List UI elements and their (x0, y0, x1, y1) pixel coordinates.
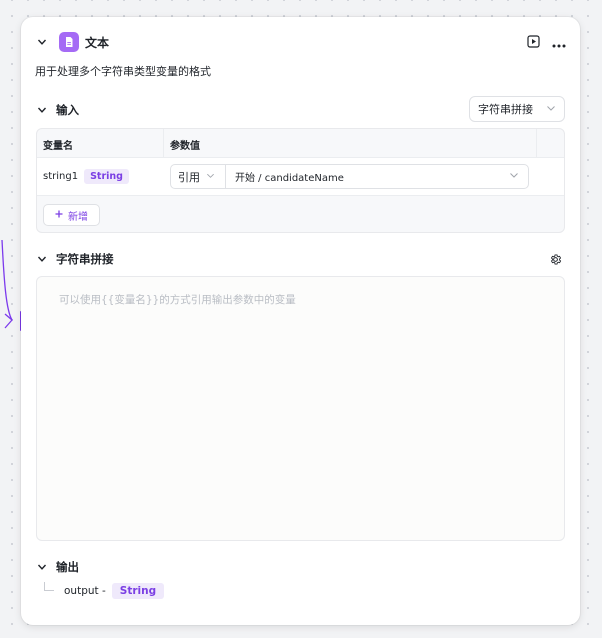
chevron-down-icon (509, 170, 519, 183)
chevron-down-icon[interactable] (35, 560, 49, 574)
variable-name-cell: string1 String (43, 169, 129, 184)
template-placeholder: 可以使用{{变量名}}的方式引用输出参数中的变量 (59, 294, 296, 306)
variable-name: string1 (43, 171, 79, 182)
concat-section-header[interactable]: 字符串拼接 (35, 251, 114, 267)
add-variable-label: 新增 (68, 211, 88, 223)
value-select[interactable]: 开始 / candidateName (225, 164, 529, 189)
gear-icon[interactable] (549, 251, 562, 270)
connection-edge (1, 240, 13, 329)
source-select-value: 引用 (178, 170, 200, 184)
more-icon[interactable] (552, 33, 566, 52)
tree-connector (44, 582, 54, 591)
table-row: string1 String 引用 开始 / candidateName (37, 158, 564, 196)
chevron-down-icon (546, 103, 556, 116)
text-node-card: 文本 用于处理多个字符串类型变量的格式 输入 字符串拼接 变量名 参数值 str… (21, 17, 580, 625)
chevron-down-icon[interactable] (35, 35, 49, 49)
chevron-down-icon (206, 170, 215, 183)
value-select-value: 开始 / candidateName (235, 173, 344, 184)
mode-select-value: 字符串拼接 (478, 103, 533, 116)
plus-icon (55, 210, 63, 221)
mode-select[interactable]: 字符串拼接 (469, 96, 565, 122)
output-section-title: 输出 (56, 560, 79, 574)
column-header-name: 变量名 (43, 141, 73, 152)
add-variable-button[interactable]: 新增 (43, 204, 100, 226)
node-description: 用于处理多个字符串类型变量的格式 (35, 65, 211, 78)
output-section-header[interactable]: 输出 (35, 559, 79, 575)
table-header: 变量名 参数值 (37, 129, 564, 158)
type-badge: String (84, 169, 129, 184)
column-header-value: 参数值 (170, 141, 200, 152)
node-title: 文本 (85, 35, 110, 50)
input-variables-table: 变量名 参数值 string1 String 引用 开始 / candidate… (36, 128, 565, 233)
input-section-header[interactable]: 输入 (35, 102, 79, 118)
chevron-down-icon[interactable] (35, 252, 49, 266)
document-icon (59, 32, 79, 52)
template-editor[interactable]: 可以使用{{变量名}}的方式引用输出参数中的变量 (36, 276, 565, 541)
concat-section-title: 字符串拼接 (56, 252, 114, 266)
node-header: 文本 (35, 31, 566, 53)
output-item: output - String (64, 583, 165, 599)
play-icon[interactable] (527, 33, 540, 52)
output-type-badge: String (111, 583, 165, 599)
output-name: output - (64, 585, 106, 597)
source-select[interactable]: 引用 (170, 164, 226, 189)
input-section-title: 输入 (56, 103, 79, 117)
chevron-down-icon[interactable] (35, 103, 49, 117)
